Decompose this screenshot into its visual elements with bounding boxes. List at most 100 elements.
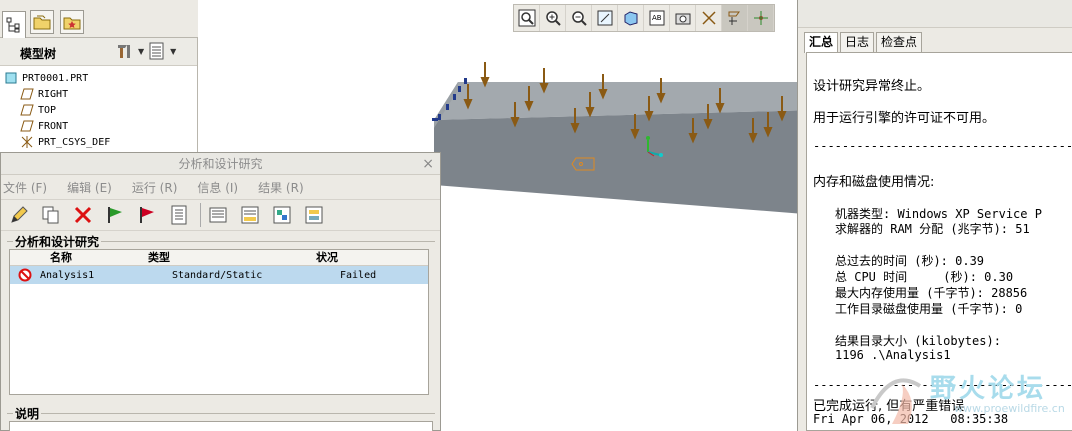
zoom-in-icon[interactable] [540,5,566,31]
study-group-label: 分析和设计研究 [13,233,102,250]
close-icon[interactable]: × [422,153,434,175]
summary-line: 求解器的 RAM 分配 (兆字节): 51 [835,222,1030,236]
menu-file[interactable]: 文件 (F) [3,179,47,196]
csys-display-icon[interactable] [748,5,774,31]
part-icon [4,71,18,85]
review-icon[interactable] [204,202,232,228]
summary-panel: 汇总 日志 检查点 设计研究异常终止。 用于运行引擎的许可证不可用。 -----… [797,0,1072,431]
left-panel-tabs [0,0,198,38]
tab-summary[interactable]: 汇总 [804,32,839,53]
model-tree-title: 模型树 [20,47,57,61]
separator-line: ----------------------------------------… [813,378,1072,392]
stop-flag-icon[interactable] [133,202,161,228]
view-toolbar: AB [513,4,775,32]
datum-plane-icon [20,87,34,101]
datum-plane-icon [20,119,34,133]
table-header: 名称 类型 状况 [10,250,428,266]
toolbar-separator [200,203,201,227]
tree-item-csys[interactable]: PRT_CSYS_DEF [20,134,110,150]
refit-icon[interactable] [592,5,618,31]
dialog-toolbar [1,199,440,231]
tree-item-part[interactable]: PRT0001.PRT [4,70,88,86]
shading-icon[interactable] [618,5,644,31]
column-name[interactable]: 名称 [10,250,144,265]
tree-item-right[interactable]: RIGHT [20,86,68,102]
row-status: Failed [340,269,377,281]
model-tree-tools: ▼ ▼ [116,42,176,60]
model-tree-tab[interactable] [2,11,26,38]
svg-text:AB: AB [652,14,662,22]
row-type: Standard/Static [172,269,263,281]
row-name: Analysis1 [40,269,95,281]
axis-display-icon[interactable] [722,5,748,31]
summary-line: 用于运行引擎的许可证不可用。 [813,111,996,126]
summary-line: 1196 .\Analysis1 [835,348,951,362]
tree-item-front[interactable]: FRONT [20,118,68,134]
summary-line: 最大内存使用量 (千字节): 28856 [835,286,1028,300]
description-box[interactable] [9,421,433,431]
dialog-menu-bar: 文件 (F) 编辑 (E) 运行 (R) 信息 (I) 结果 (R) [1,175,440,199]
start-flag-icon[interactable] [101,202,129,228]
desc-divider [7,413,435,414]
separator-line: ----------------------------------------… [813,139,1072,153]
model-tree-header: 模型树 ▼ ▼ [0,38,197,66]
status-icon[interactable] [165,202,193,228]
folder-tab[interactable] [30,10,54,34]
summary-line: Fri Apr 06, 2012 08:35:38 [813,412,1009,426]
failed-status-icon [10,268,40,282]
tree-item-label: PRT0001.PRT [22,72,89,84]
datum-plane-icon [20,103,34,117]
tab-log[interactable]: 日志 [840,32,875,52]
menu-edit[interactable]: 编辑 (E) [67,179,112,196]
tree-item-label: RIGHT [38,88,69,100]
menu-results[interactable]: 结果 (R) [258,179,304,196]
tab-checkpoint[interactable]: 检查点 [876,32,923,52]
column-type[interactable]: 类型 [144,250,312,265]
table-row[interactable]: Analysis1 Standard/Static Failed [10,266,428,284]
settings-tools-icon[interactable] [116,42,134,60]
summary-panel-header [798,0,1072,28]
description-label: 说明 [13,405,42,422]
summary-line: 设计研究异常终止。 [813,79,931,94]
beam-front-face [434,110,798,214]
favorites-tab[interactable] [60,10,84,34]
copy-icon[interactable] [37,202,65,228]
tree-item-label: FRONT [38,120,69,132]
dialog-title: 分析和设计研究 [178,157,263,171]
folder-icon [33,15,51,30]
menu-info[interactable]: 信息 (I) [197,179,238,196]
summary-line: 工作目录磁盘使用量 (千字节): 0 [835,302,1023,316]
summary-line: 结果目录大小 (kilobytes): [835,334,1001,348]
summary-line: 总 CPU 时间 (秒): 0.30 [835,270,1014,284]
study-table: 名称 类型 状况 Analysis1 Standard/Static Faile… [9,249,429,395]
favorites-icon [63,17,81,30]
app-root: 模型树 ▼ ▼ PRT0001.PRT RIGHT TOP FRONT PRT_… [0,0,1072,431]
show-dropdown-arrow[interactable]: ▼ [170,47,176,56]
show-list-icon[interactable] [148,42,166,60]
summary-tabs: 汇总 日志 检查点 [804,32,924,53]
menu-run[interactable]: 运行 (R) [132,179,178,196]
csys-icon [20,135,34,149]
photo-icon[interactable] [670,5,696,31]
edit-icon[interactable] [5,202,33,228]
datum-display-icon[interactable] [696,5,722,31]
summary-content[interactable]: 设计研究异常终止。 用于运行引擎的许可证不可用。 ---------------… [806,52,1072,431]
tree-item-label: PRT_CSYS_DEF [38,136,111,148]
settings-dropdown-arrow[interactable]: ▼ [138,47,144,56]
column-status[interactable]: 状况 [312,250,422,265]
tree-item-top[interactable]: TOP [20,102,56,118]
delete-icon[interactable] [69,202,97,228]
zoom-out-icon[interactable] [566,5,592,31]
model-tree-icon [6,17,20,33]
tree-item-label: TOP [38,104,57,116]
export-icon[interactable] [300,202,328,228]
summary-line: 总过去的时间 (秒): 0.39 [835,254,985,268]
optimize-icon[interactable] [268,202,296,228]
zoom-window-icon[interactable] [514,5,540,31]
model-tree-panel: 模型树 ▼ ▼ PRT0001.PRT RIGHT TOP FRONT PRT_… [0,38,198,154]
results-icon[interactable] [236,202,264,228]
summary-line: 内存和磁盘使用情况: [813,175,935,190]
annotation-icon[interactable]: AB [644,5,670,31]
analysis-study-dialog: 分析和设计研究 × 文件 (F) 编辑 (E) 运行 (R) 信息 (I) 结果… [0,152,441,431]
dialog-title-bar: 分析和设计研究 × [1,153,440,175]
